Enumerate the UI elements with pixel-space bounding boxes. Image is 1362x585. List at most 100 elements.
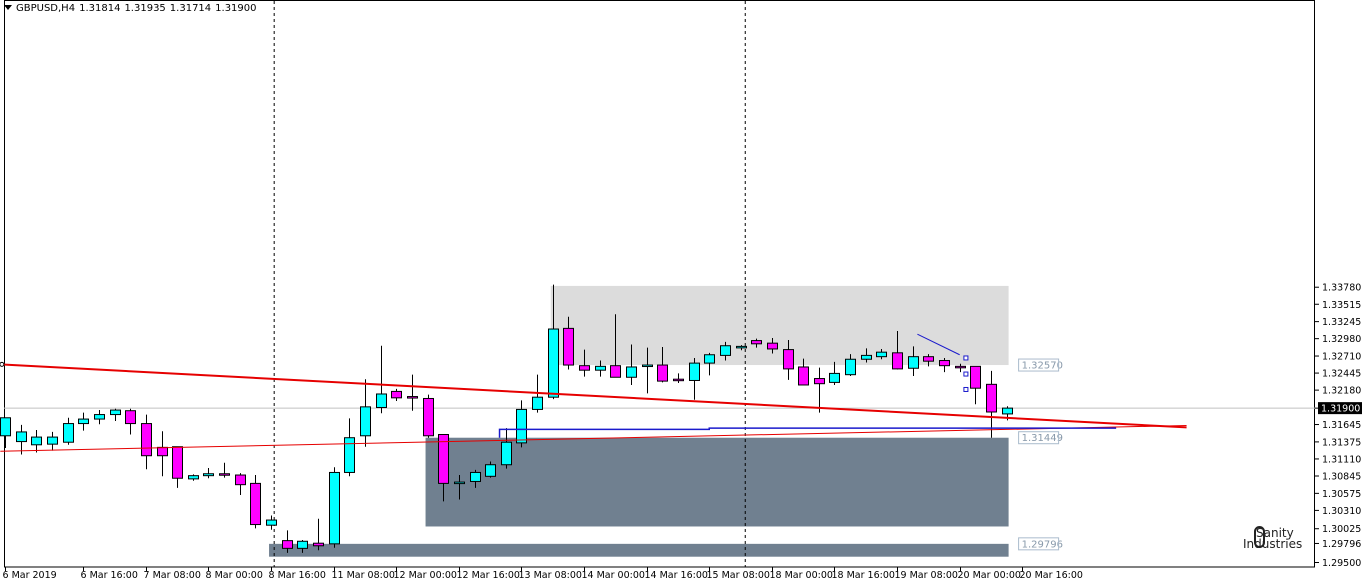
zone-price-label: 1.29796 (1022, 539, 1063, 550)
x-tick-label: 8 Mar 16:00 (269, 570, 326, 581)
anchor-point[interactable] (963, 355, 969, 361)
bull-candle-body (1002, 407, 1013, 415)
bull-candle-body (595, 365, 606, 371)
chart-header: GBPUSD,H4 1.31814 1.31935 1.31714 1.31900 (4, 3, 261, 14)
candle[interactable] (423, 394, 434, 438)
bull-candle-body (470, 471, 481, 482)
x-tick-label: 18 Mar 16:00 (832, 570, 895, 581)
bull-candle-body (689, 362, 700, 381)
bull-candle-body (110, 409, 121, 416)
bull-candle-body (736, 345, 747, 349)
x-tick-label: 19 Mar 08:00 (895, 570, 958, 581)
x-tick-label: 14 Mar 16:00 (645, 570, 708, 581)
bull-candle-body (485, 464, 496, 477)
trendline-handle[interactable] (0, 361, 5, 367)
bear-candle-body (939, 360, 950, 367)
bear-candle-body (673, 378, 684, 382)
bull-candle-body (908, 356, 919, 369)
chart-window[interactable]: 1.32570 1.31449 1.29796 1.29500 1.29796 1.30… (0, 0, 1362, 585)
bull-candle-body (845, 358, 856, 376)
price-chart[interactable]: 1.32570 1.31449 1.29796 1.29500 1.29796 1.30… (0, 0, 1362, 585)
open-value: 1.31814 (79, 3, 121, 14)
bear-candle-body (282, 540, 293, 549)
bear-candle-body (391, 390, 402, 399)
bear-candle-body (313, 542, 324, 547)
bear-candle-body (563, 327, 574, 366)
dropdown-icon[interactable] (4, 5, 12, 10)
y-tick-label: 1.29500 (1322, 558, 1361, 569)
bear-candle-body (219, 473, 230, 476)
bull-candle-body (532, 396, 543, 410)
bear-candle-body (579, 365, 590, 371)
x-tick-label: 12 Mar 16:00 (457, 570, 520, 581)
y-tick-label: 1.29796 (1322, 539, 1361, 550)
anchor-point[interactable] (963, 371, 969, 377)
candle[interactable] (250, 475, 261, 529)
bear-candle-body (172, 446, 183, 479)
x-tick-label: 6 Mar 2019 (3, 570, 57, 581)
bull-candle-body (78, 418, 89, 425)
y-tick-label: 1.32180 (1322, 386, 1361, 397)
bear-candle-body (610, 365, 621, 378)
bull-candle-body (31, 436, 42, 446)
bear-candle-body (923, 356, 934, 362)
logo-line2: Industries (1243, 537, 1303, 551)
bull-candle-body (94, 414, 105, 420)
bull-candle-body (16, 431, 27, 443)
bull-candle-body (829, 372, 840, 383)
y-tick-label: 1.30310 (1322, 506, 1361, 517)
demand-zone-2 (269, 543, 1009, 557)
y-tick-label: 1.31375 (1322, 437, 1361, 448)
sanity-industries-logo: Sanity Industries (1239, 524, 1307, 552)
bull-candle-body (642, 364, 653, 368)
bull-candle-body (876, 351, 887, 358)
x-tick-label: 18 Mar 00:00 (770, 570, 833, 581)
bull-candle-body (297, 540, 308, 549)
bear-candle-body (407, 396, 418, 399)
x-tick-label: 12 Mar 00:00 (394, 570, 457, 581)
high-value: 1.31935 (124, 3, 166, 14)
x-tick-label: 11 Mar 08:00 (332, 570, 395, 581)
y-tick-label: 1.30025 (1322, 524, 1361, 535)
bear-candle-body (970, 365, 981, 389)
x-tick-label: 15 Mar 08:00 (707, 570, 770, 581)
x-tick-label: 7 Mar 08:00 (144, 570, 201, 581)
y-tick-label: 1.33515 (1322, 300, 1361, 311)
bear-candle-body (141, 423, 152, 457)
y-tick-label: 1.33780 (1322, 283, 1361, 294)
bear-candle-body (423, 397, 434, 437)
y-tick-label: 1.30575 (1322, 489, 1361, 500)
bear-candle-body (814, 378, 825, 385)
bull-candle-body (376, 393, 387, 408)
x-tick-label: 6 Mar 16:00 (81, 570, 138, 581)
bear-candle-body (798, 366, 809, 386)
bull-candle-body (203, 473, 214, 477)
symbol-label: GBPUSD,H4 (16, 3, 76, 14)
low-value: 1.31714 (169, 3, 212, 14)
y-tick-label: 1.32980 (1322, 334, 1361, 345)
y-tick-label: 1.31110 (1322, 454, 1361, 465)
candle[interactable] (329, 467, 340, 548)
y-tick-label: 1.32710 (1322, 352, 1361, 363)
bear-candle-body (250, 482, 261, 526)
demand-zone-1 (425, 437, 1009, 527)
bull-candle-body (63, 423, 74, 443)
bull-candle-body (516, 408, 527, 444)
supply-zone-0 (550, 285, 1009, 366)
bear-candle-body (783, 349, 794, 370)
bull-candle-body (704, 354, 715, 364)
anchor-point[interactable] (963, 386, 969, 392)
bear-candle-body (892, 352, 903, 370)
bull-candle-body (0, 417, 11, 437)
current-price-label: 1.31900 (1321, 404, 1360, 415)
bull-candle-body (329, 471, 340, 545)
bull-candle-body (454, 481, 465, 485)
x-tick-label: 13 Mar 08:00 (519, 570, 582, 581)
bear-candle-body (125, 410, 136, 425)
bull-candle-body (626, 366, 637, 378)
x-tick-label: 20 Mar 00:00 (958, 570, 1021, 581)
x-tick-label: 20 Mar 16:00 (1020, 570, 1083, 581)
bull-candle-body (861, 354, 872, 360)
bear-candle-body (657, 364, 668, 382)
bull-candle-body (360, 406, 371, 437)
